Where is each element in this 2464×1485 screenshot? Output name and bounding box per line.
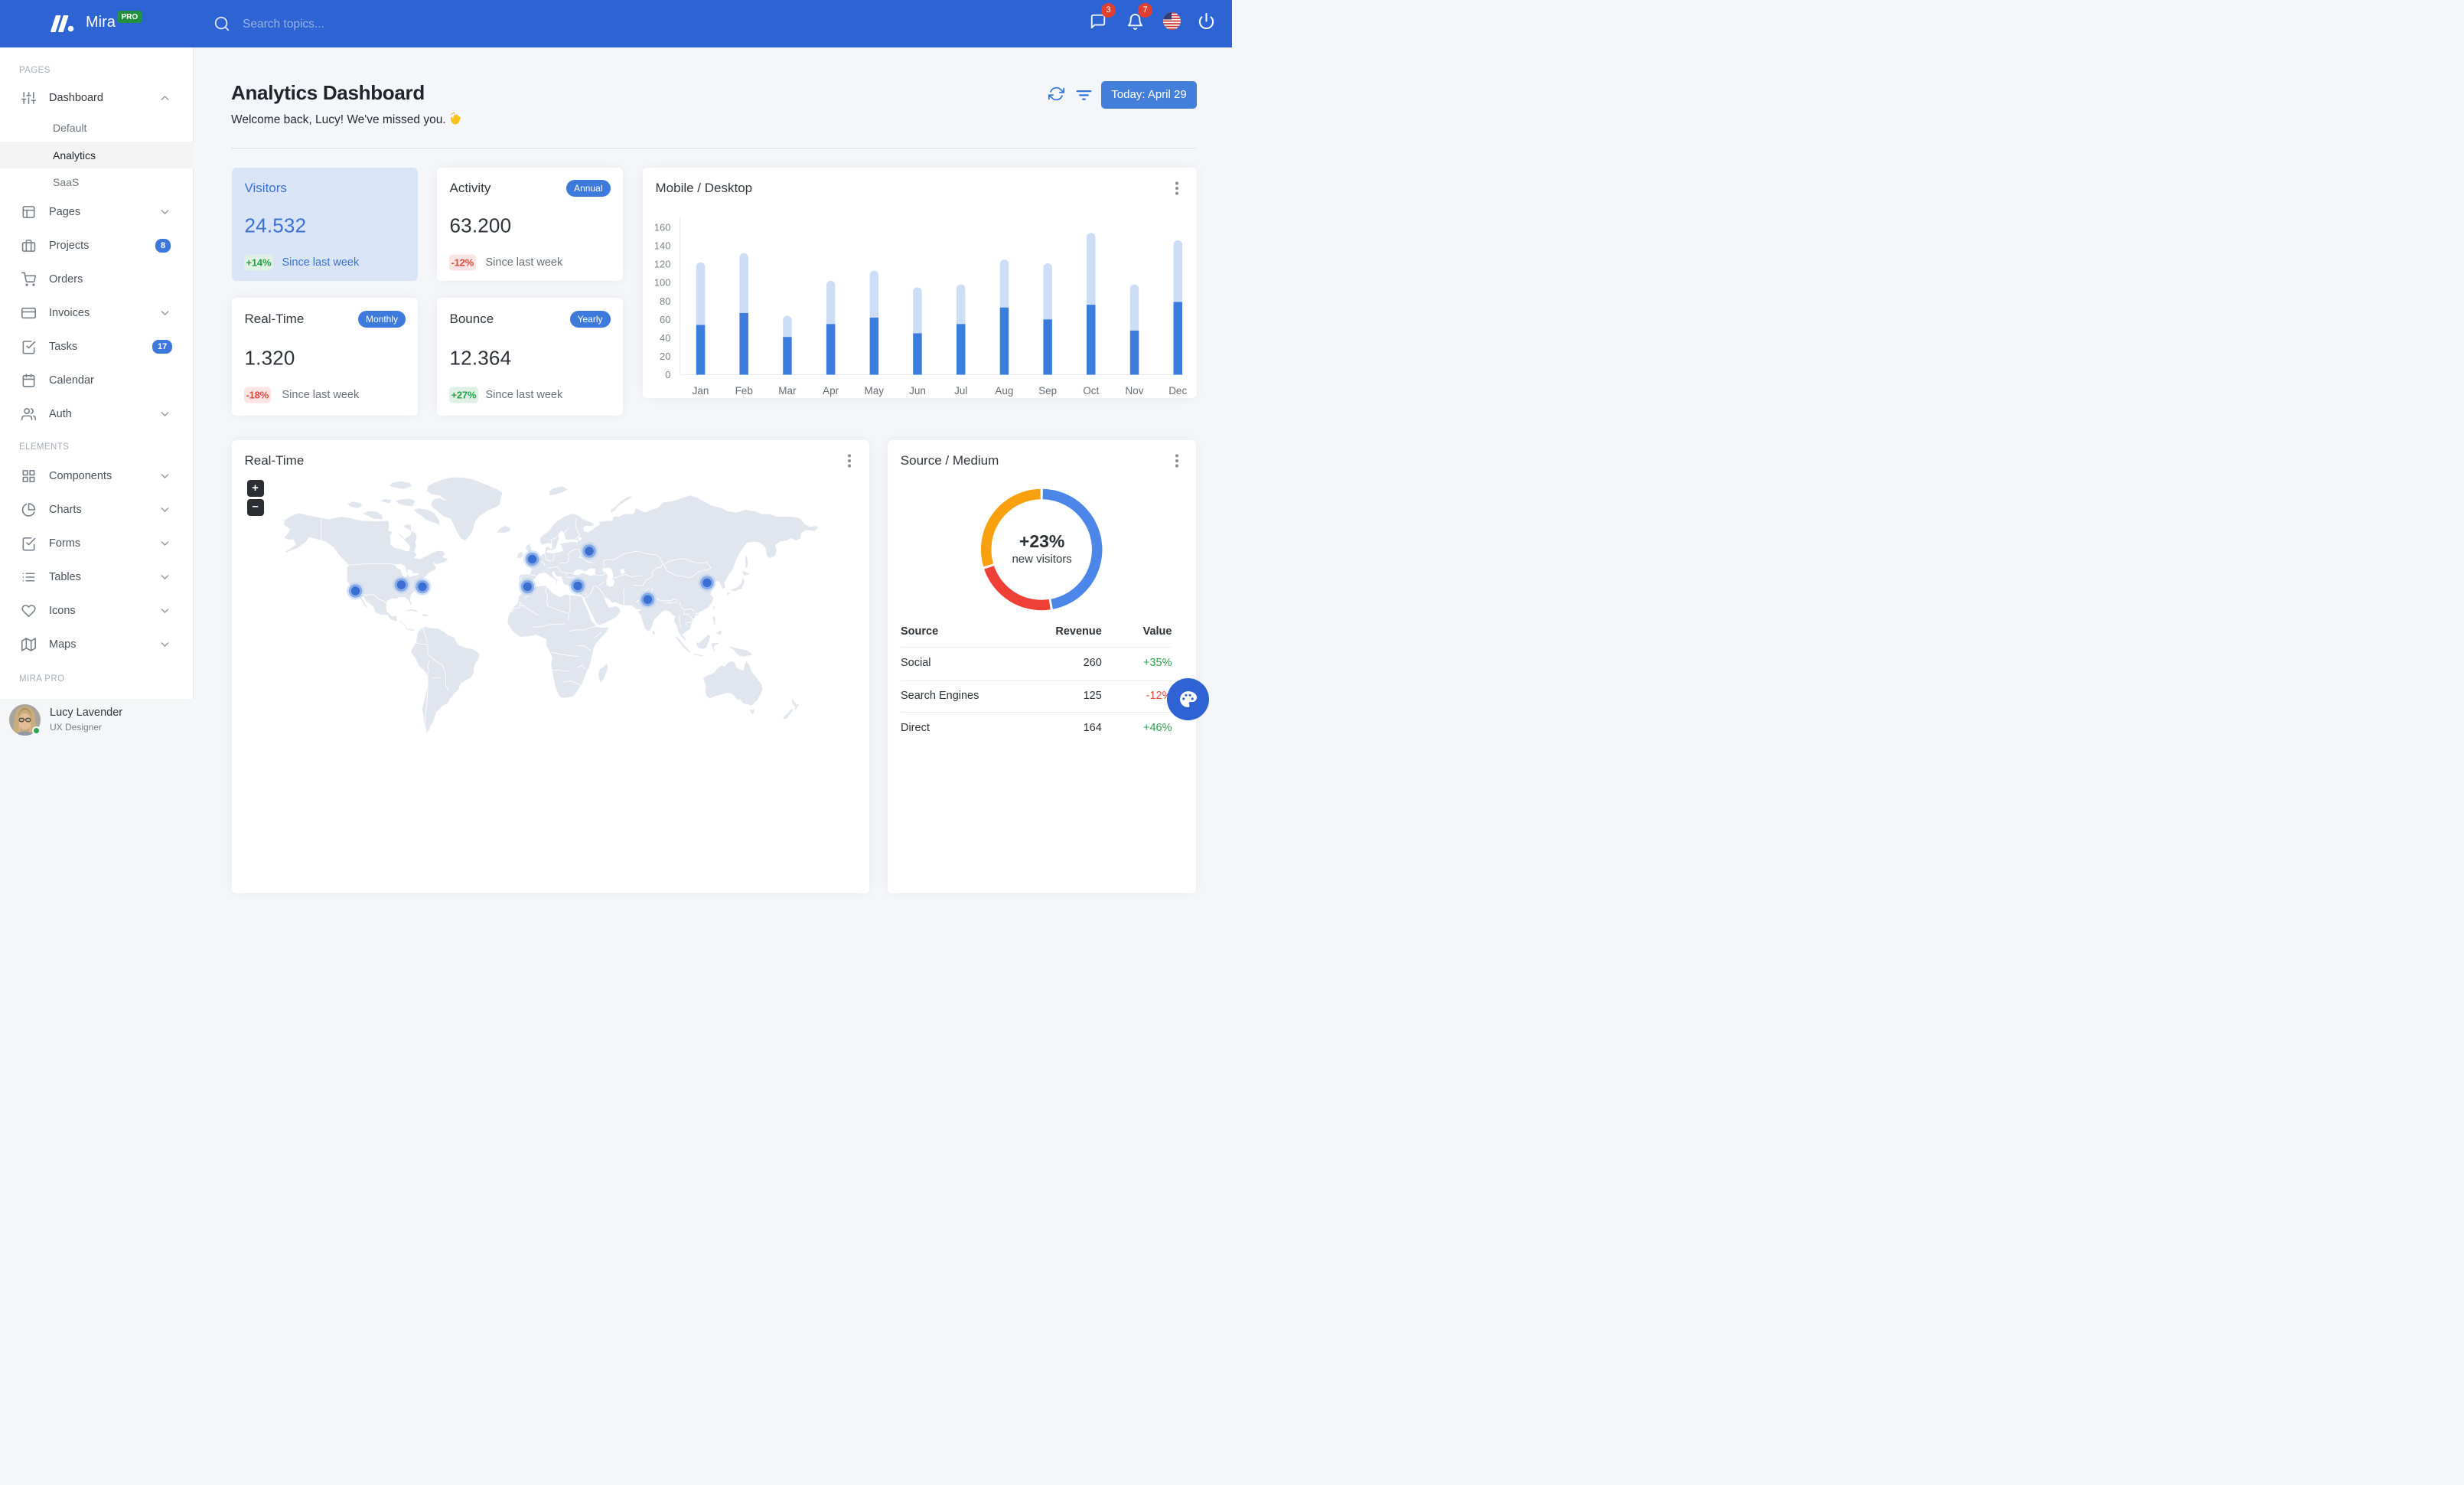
svg-text:Jun: Jun bbox=[909, 385, 926, 397]
svg-text:May: May bbox=[864, 385, 884, 397]
svg-text:Jul: Jul bbox=[954, 385, 967, 397]
svg-text:60: 60 bbox=[660, 314, 670, 325]
svg-text:Oct: Oct bbox=[1083, 385, 1099, 397]
svg-text:Dec: Dec bbox=[1168, 385, 1187, 397]
svg-text:140: 140 bbox=[653, 240, 670, 252]
svg-text:Nov: Nov bbox=[1125, 385, 1143, 397]
svg-text:80: 80 bbox=[660, 295, 670, 307]
svg-text:Apr: Apr bbox=[823, 385, 839, 397]
svg-text:120: 120 bbox=[653, 259, 670, 270]
svg-text:160: 160 bbox=[653, 222, 670, 233]
svg-text:20: 20 bbox=[660, 351, 670, 362]
svg-text:40: 40 bbox=[660, 332, 670, 344]
svg-text:0: 0 bbox=[665, 369, 670, 380]
svg-text:Sep: Sep bbox=[1038, 385, 1057, 397]
svg-text:100: 100 bbox=[653, 277, 670, 289]
svg-text:Jan: Jan bbox=[692, 385, 709, 397]
svg-text:Feb: Feb bbox=[735, 385, 752, 397]
svg-text:Mar: Mar bbox=[778, 385, 797, 397]
svg-text:Aug: Aug bbox=[995, 385, 1013, 397]
